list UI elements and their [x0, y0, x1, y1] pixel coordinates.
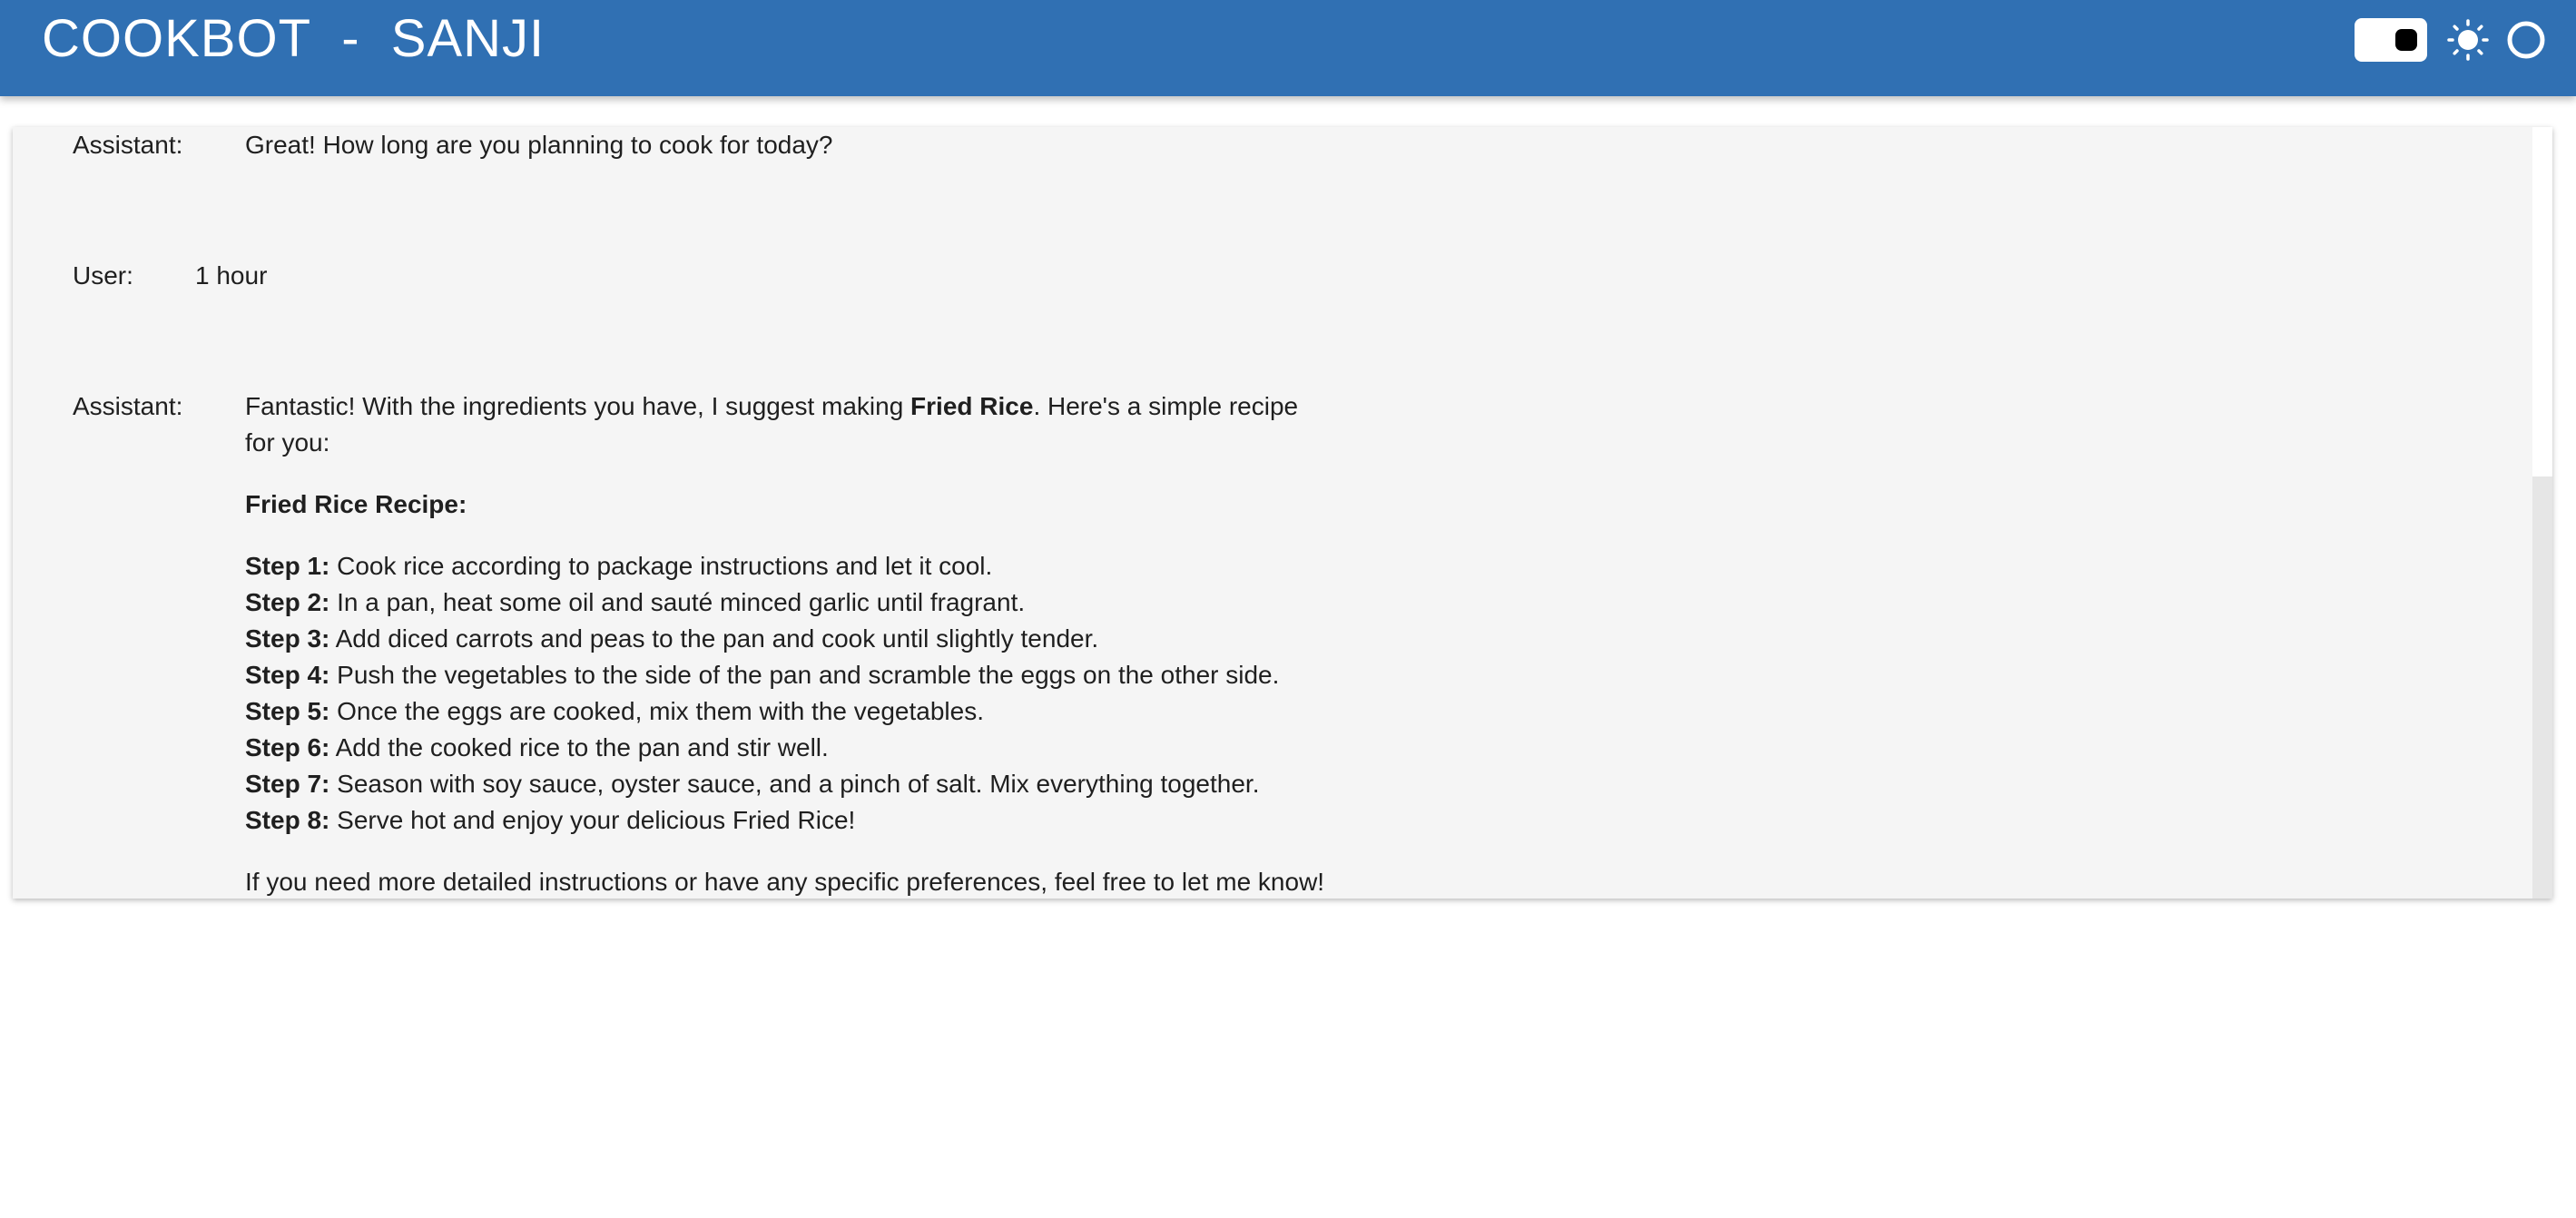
theme-toggle[interactable]	[2355, 18, 2427, 62]
step-text: Serve hot and enjoy your delicious Fried…	[329, 806, 856, 834]
step-label: Step 6:	[245, 733, 330, 761]
step-label: Step 5:	[245, 697, 330, 725]
scrollbar-track[interactable]	[2532, 127, 2552, 899]
role-label: Assistant:	[73, 131, 183, 159]
step-label: Step 4:	[245, 661, 330, 689]
dish-name: Fried Rice	[910, 392, 1034, 420]
recipe-step: Step 4: Push the vegetables to the side …	[245, 657, 1425, 693]
step-label: Step 8:	[245, 806, 330, 834]
step-text: Add diced carrots and peas to the pan an…	[329, 624, 1099, 653]
step-label: Step 1:	[245, 552, 330, 580]
intro-text: Fantastic! With the ingredients you have…	[245, 392, 911, 420]
circle-icon[interactable]	[2503, 17, 2549, 63]
toggle-knob	[2395, 29, 2417, 51]
recipe-step: Step 2: In a pan, heat some oil and saut…	[245, 584, 1425, 621]
recipe-step: Step 1: Cook rice according to package i…	[245, 548, 1425, 584]
step-label: Step 3:	[245, 624, 330, 653]
step-text: Once the eggs are cooked, mix them with …	[329, 697, 984, 725]
step-label: Step 2:	[245, 588, 330, 616]
header-controls	[2355, 18, 2549, 62]
recipe-title: Fried Rice Recipe:	[245, 490, 467, 518]
recipe-step: Step 3: Add diced carrots and peas to th…	[245, 621, 1425, 657]
recipe-content: Fantastic! With the ingredients you have…	[245, 388, 1425, 899]
sun-icon[interactable]	[2445, 17, 2491, 63]
recipe-step: Step 5: Once the eggs are cooked, mix th…	[245, 693, 1425, 730]
step-text: Cook rice according to package instructi…	[329, 552, 993, 580]
recipe-intro: Fantastic! With the ingredients you have…	[245, 388, 1425, 425]
step-text: Push the vegetables to the side of the p…	[329, 661, 1280, 689]
scrollbar-thumb[interactable]	[2532, 127, 2552, 476]
recipe-step: Step 8: Serve hot and enjoy your delicio…	[245, 802, 1425, 839]
app-title: COOKBOT - SANJI	[42, 9, 546, 68]
role-label: User:	[73, 261, 133, 290]
message-text: 1 hour	[195, 261, 268, 290]
step-text: In a pan, heat some oil and sauté minced…	[329, 588, 1026, 616]
recipe-step: Step 6: Add the cooked rice to the pan a…	[245, 730, 1425, 766]
message-text: Great! How long are you planning to cook…	[245, 131, 833, 159]
step-label: Step 7:	[245, 770, 330, 798]
recipe-outro: If you need more detailed instructions o…	[245, 868, 1325, 896]
recipe-steps: Step 1: Cook rice according to package i…	[245, 548, 1425, 839]
step-text: Add the cooked rice to the pan and stir …	[329, 733, 829, 761]
step-text: Season with soy sauce, oyster sauce, and…	[329, 770, 1260, 798]
recipe-intro-line2: for you:	[245, 428, 330, 457]
role-label: Assistant:	[73, 392, 183, 420]
chat-panel[interactable]: Assistant: Great! How long are you plann…	[13, 127, 2552, 899]
recipe-step: Step 7: Season with soy sauce, oyster sa…	[245, 766, 1425, 802]
intro-text-end: . Here's a simple recipe	[1033, 392, 1299, 420]
app-header: COOKBOT - SANJI	[0, 0, 2576, 96]
